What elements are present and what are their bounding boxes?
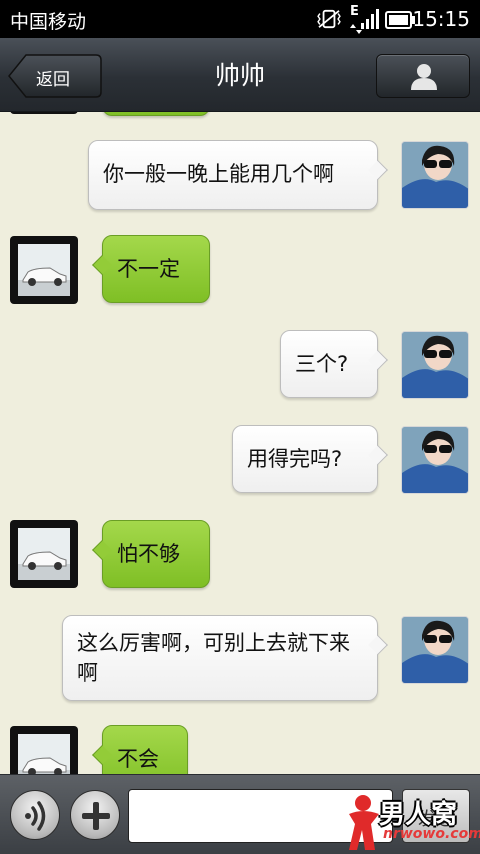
back-button-label: 返回 <box>36 70 70 90</box>
network-type: E <box>350 4 359 19</box>
message-bubble-incoming[interactable]: 怕不够 <box>92 520 210 588</box>
add-button[interactable] <box>70 790 120 840</box>
message-text: 你一般一晚上能用几个啊 <box>103 162 334 186</box>
message-text: 不会 <box>117 747 159 771</box>
message-text: 这么厉害啊，可别上去就下来啊 <box>77 631 350 685</box>
message-bubble-outgoing[interactable]: 用得完吗? <box>232 425 388 493</box>
message-text: 不一定 <box>117 257 180 281</box>
message-bubble-outgoing[interactable]: 你一般一晚上能用几个啊 <box>88 140 388 210</box>
chat-title: 帅帅 <box>214 61 265 90</box>
watermark-logo: 男人窝 nrwowo.com <box>345 792 480 854</box>
voice-button[interactable] <box>10 790 60 840</box>
watermark-url: nrwowo.com <box>383 826 480 842</box>
back-button[interactable]: 返回 <box>8 54 102 98</box>
avatar-photo <box>18 528 70 580</box>
carrier-name: 中国移动 <box>10 11 87 33</box>
title-bar: 返回 帅帅 <box>0 38 480 112</box>
avatar-photo <box>18 734 70 774</box>
chat-area[interactable]: 你一般一晚上能用几个啊 不一定 三个? 用得完吗? 怕不够 这么厉害啊，可别上去… <box>0 112 480 774</box>
contact-avatar[interactable] <box>10 520 78 588</box>
message-bubble-incoming[interactable]: 不一定 <box>92 235 210 303</box>
message-text: 三个? <box>295 352 349 376</box>
avatar-photo <box>402 332 468 398</box>
my-avatar[interactable] <box>401 616 469 684</box>
avatar-photo <box>402 427 468 493</box>
clock: 15:15 <box>412 7 470 31</box>
person-icon <box>411 64 437 90</box>
avatar-photo <box>402 142 468 208</box>
status-bar: 中国移动 E 15:15 <box>0 0 480 38</box>
plus-icon <box>82 802 110 830</box>
message-bubble-incoming[interactable] <box>102 112 210 116</box>
signal-icon <box>361 9 379 29</box>
message-text: 怕不够 <box>117 542 180 566</box>
contact-avatar[interactable] <box>10 236 78 304</box>
my-avatar[interactable] <box>401 141 469 209</box>
message-bubble-outgoing[interactable]: 三个? <box>280 330 388 398</box>
battery-icon <box>385 11 415 29</box>
contact-avatar[interactable] <box>10 726 78 774</box>
message-text: 用得完吗? <box>247 447 343 471</box>
voice-icon <box>25 801 46 831</box>
my-avatar[interactable] <box>401 331 469 399</box>
contact-avatar[interactable] <box>10 112 78 114</box>
my-avatar[interactable] <box>401 426 469 494</box>
message-bubble-incoming[interactable]: 不会 <box>92 725 188 774</box>
vibrate-icon <box>317 9 341 29</box>
message-bubble-outgoing[interactable]: 这么厉害啊，可别上去就下来啊 <box>62 615 388 701</box>
avatar-photo <box>402 617 468 683</box>
profile-button[interactable] <box>376 54 470 98</box>
avatar-photo <box>18 244 70 296</box>
